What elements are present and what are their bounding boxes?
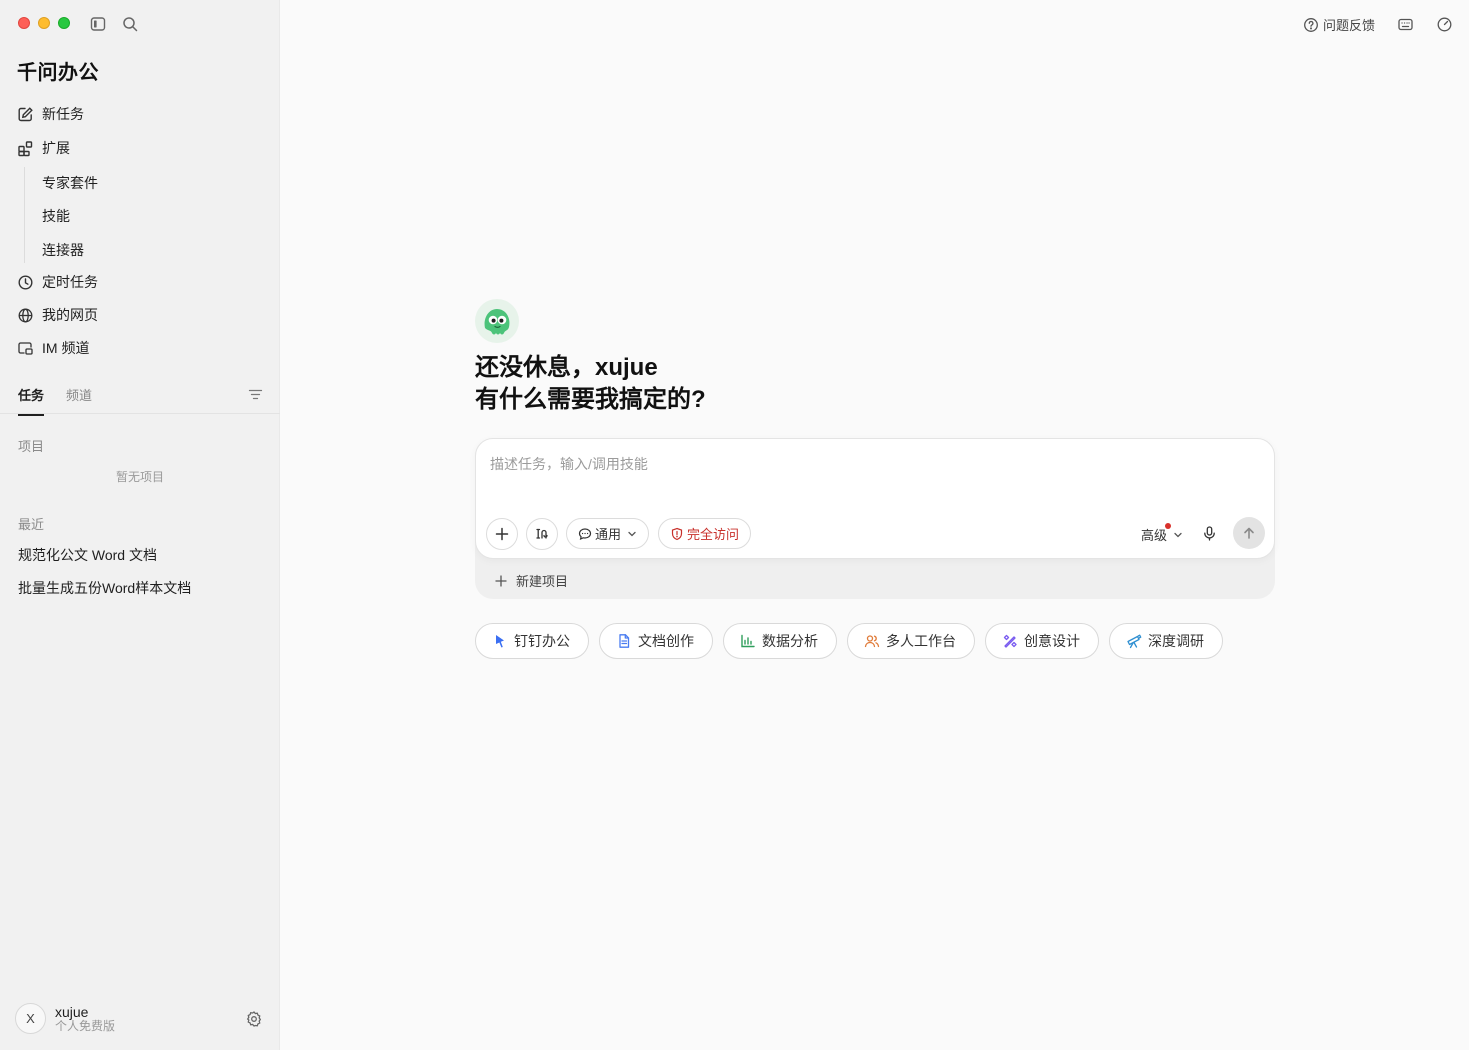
feedback-label: 问题反馈 — [1322, 18, 1375, 33]
chip-label: 多人工作台 — [886, 633, 956, 649]
dingtalk-icon — [492, 633, 508, 649]
window-controls — [18, 17, 70, 29]
user-plan: 个人免费版 — [55, 1018, 116, 1033]
new-project-label: 新建项目 — [516, 574, 569, 589]
main-area: 问题反馈 还没休息，xujue 有什么需要我搞定的? 描述任务，输入/调用技能 … — [280, 0, 1469, 1050]
recent-item[interactable]: 批量生成五份Word样本文档 — [18, 578, 191, 598]
advanced-select[interactable]: 高级 — [1141, 523, 1183, 544]
sub-item-expert-kit[interactable]: 专家套件 — [42, 173, 98, 193]
chevron-down-icon — [1173, 530, 1183, 540]
chip-label: 文档创作 — [638, 633, 694, 649]
search-icon[interactable] — [121, 15, 139, 33]
nav-scheduled-tasks[interactable]: 定时任务 — [17, 270, 98, 294]
chip-multi-user-workspace[interactable]: 多人工作台 — [847, 623, 975, 659]
zoom-window-button[interactable] — [58, 17, 70, 29]
design-icon — [1002, 633, 1018, 649]
subnav-guide-line — [24, 167, 25, 263]
recent-label: 最近 — [18, 517, 45, 532]
gear-icon[interactable] — [245, 1010, 263, 1028]
chip-data-analysis[interactable]: 数据分析 — [723, 623, 837, 659]
nav-im-channel[interactable]: IM 频道 — [17, 336, 89, 360]
telescope-icon — [1126, 633, 1142, 649]
chevron-down-icon — [627, 529, 637, 539]
keyboard-icon[interactable] — [1397, 16, 1414, 33]
tools-button[interactable] — [526, 518, 558, 550]
access-label: 完全访问 — [687, 527, 740, 542]
tabs-divider — [0, 413, 280, 414]
chip-label: 钉钉办公 — [514, 633, 570, 649]
nav-new-task[interactable]: 新任务 — [17, 102, 84, 126]
sub-item-connectors[interactable]: 连接器 — [42, 240, 84, 260]
quick-actions: 钉钉办公 文档创作 数据分析 多人工作台 创意设计 深度调研 — [475, 623, 1223, 659]
people-icon — [864, 633, 880, 649]
projects-empty-text: 暂无项目 — [115, 470, 164, 484]
nav-label: 扩展 — [42, 140, 70, 156]
globe-icon — [17, 307, 34, 324]
filter-icon[interactable] — [247, 386, 264, 403]
user-profile[interactable]: X xujue 个人免费版 — [15, 1003, 115, 1034]
document-icon — [616, 633, 632, 649]
plus-icon — [495, 574, 507, 587]
chip-creative-design[interactable]: 创意设计 — [985, 623, 1099, 659]
access-level-button[interactable]: 完全访问 — [658, 518, 752, 549]
nav-label: IM 频道 — [42, 340, 90, 356]
notification-dot — [1165, 523, 1171, 529]
greeting-heading: 还没休息，xujue 有什么需要我搞定的? — [475, 352, 706, 416]
nav-label: 新任务 — [42, 106, 84, 122]
clock-icon — [17, 274, 34, 291]
advanced-label: 高级 — [1141, 528, 1168, 543]
extensions-icon — [17, 140, 34, 157]
sidebar-tabs: 任务 频道 — [18, 385, 92, 416]
chip-label: 深度调研 — [1148, 633, 1204, 649]
chip-document-creation[interactable]: 文档创作 — [599, 623, 713, 659]
top-toolbar: 问题反馈 — [1303, 15, 1453, 34]
bar-chart-icon — [740, 633, 756, 649]
nav-label: 定时任务 — [42, 274, 98, 290]
nav-my-webpages[interactable]: 我的网页 — [17, 303, 98, 327]
avatar: X — [15, 1003, 46, 1034]
projects-label: 项目 — [18, 439, 45, 454]
add-attachment-button[interactable] — [486, 518, 518, 550]
new-project-button[interactable]: 新建项目 — [495, 571, 568, 590]
chip-label: 创意设计 — [1024, 633, 1080, 649]
tab-channels[interactable]: 频道 — [66, 385, 92, 416]
send-button[interactable] — [1233, 517, 1265, 549]
mascot-icon — [474, 298, 520, 344]
chip-label: 数据分析 — [762, 633, 818, 649]
chat-bubble-icon — [578, 527, 592, 541]
tab-tasks[interactable]: 任务 — [18, 385, 45, 416]
edit-icon — [17, 106, 34, 123]
sidebar-toggle-icon[interactable] — [89, 15, 107, 33]
greeting-line1: 还没休息，xujue — [475, 354, 658, 381]
greeting-line2: 有什么需要我搞定的? — [475, 386, 706, 413]
chip-deep-research[interactable]: 深度调研 — [1109, 623, 1223, 659]
composer-container: 通用 完全访问 高级 — [475, 438, 1275, 599]
microphone-icon[interactable] — [1201, 525, 1218, 542]
user-name: xujue — [55, 1003, 89, 1020]
mode-select[interactable]: 通用 — [566, 518, 650, 549]
gauge-icon[interactable] — [1436, 16, 1453, 33]
composer: 通用 完全访问 高级 — [475, 438, 1275, 559]
sidebar: 千问办公 新任务 扩展 专家套件 技能 连接器 定时任务 我的网页 IM 频道 … — [0, 0, 280, 1050]
mode-label: 通用 — [595, 527, 622, 542]
sub-item-skills[interactable]: 技能 — [42, 206, 70, 226]
chip-dingtalk-office[interactable]: 钉钉办公 — [475, 623, 589, 659]
feedback-button[interactable]: 问题反馈 — [1303, 15, 1375, 34]
app-window: 千问办公 新任务 扩展 专家套件 技能 连接器 定时任务 我的网页 IM 频道 … — [0, 0, 1469, 1050]
help-circle-icon — [1303, 17, 1319, 33]
im-channel-icon — [17, 340, 34, 357]
recent-item[interactable]: 规范化公文 Word 文档 — [18, 545, 157, 565]
nav-label: 我的网页 — [42, 307, 98, 323]
minimize-window-button[interactable] — [38, 17, 50, 29]
task-input[interactable] — [490, 454, 1250, 504]
app-title: 千问办公 — [17, 62, 99, 84]
close-window-button[interactable] — [18, 17, 30, 29]
shield-icon — [670, 527, 684, 541]
nav-extensions[interactable]: 扩展 — [17, 136, 70, 160]
